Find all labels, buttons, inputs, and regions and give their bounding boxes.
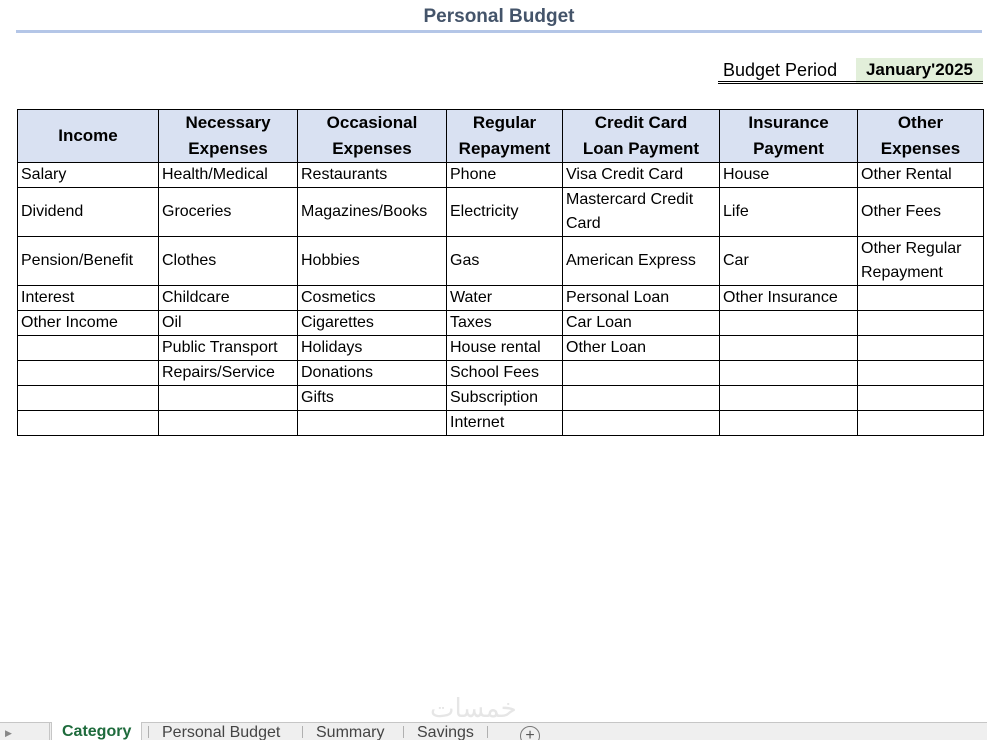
table-cell[interactable]: [719, 360, 858, 386]
tab-divider: [487, 726, 488, 738]
header-insurance-payment[interactable]: Insurance Payment: [719, 109, 858, 163]
table-row: Other Income Oil Cigarettes Taxes Car Lo…: [17, 310, 984, 336]
tab-personal-budget[interactable]: Personal Budget: [152, 723, 290, 740]
tab-divider: [302, 726, 303, 738]
budget-period-value[interactable]: January'2025: [856, 58, 983, 84]
table-cell[interactable]: Phone: [446, 162, 563, 188]
table-cell[interactable]: School Fees: [446, 360, 563, 386]
table-cell[interactable]: Magazines/Books: [297, 187, 447, 237]
tab-category[interactable]: Category: [51, 722, 143, 740]
table-cell[interactable]: Other Regular Repayment: [857, 236, 984, 286]
table-cell[interactable]: [719, 335, 858, 361]
header-occasional-expenses[interactable]: Occasional Expenses: [297, 109, 447, 163]
table-cell[interactable]: [857, 285, 984, 311]
table-cell[interactable]: House rental: [446, 335, 563, 361]
table-cell[interactable]: [719, 385, 858, 411]
table-cell[interactable]: Taxes: [446, 310, 563, 336]
table-cell[interactable]: Life: [719, 187, 858, 237]
table-cell[interactable]: Holidays: [297, 335, 447, 361]
table-cell[interactable]: Electricity: [446, 187, 563, 237]
table-row: Repairs/Service Donations School Fees: [17, 360, 984, 386]
header-regular-repayment[interactable]: Regular Repayment: [446, 109, 563, 163]
table-cell[interactable]: Pension/Benefit: [17, 236, 159, 286]
table-cell[interactable]: Car Loan: [562, 310, 720, 336]
table-cell[interactable]: [719, 410, 858, 436]
table-cell[interactable]: [857, 360, 984, 386]
table-cell[interactable]: Subscription: [446, 385, 563, 411]
table-cell[interactable]: Repairs/Service: [158, 360, 298, 386]
sheet-title: Personal Budget: [16, 5, 982, 33]
table-cell[interactable]: Gas: [446, 236, 563, 286]
header-credit-card-loan-payment[interactable]: Credit Card Loan Payment: [562, 109, 720, 163]
table-cell[interactable]: [158, 410, 298, 436]
table-cell[interactable]: House: [719, 162, 858, 188]
table-cell[interactable]: [857, 410, 984, 436]
table-cell[interactable]: Cigarettes: [297, 310, 447, 336]
table-cell[interactable]: Other Loan: [562, 335, 720, 361]
table-cell[interactable]: [17, 410, 159, 436]
header-other-expenses[interactable]: Other Expenses: [857, 109, 984, 163]
table-cell[interactable]: Other Fees: [857, 187, 984, 237]
table-cell[interactable]: [857, 335, 984, 361]
category-table: Income Necessary Expenses Occasional Expen…: [17, 109, 984, 436]
table-cell[interactable]: [17, 335, 159, 361]
table-cell[interactable]: Public Transport: [158, 335, 298, 361]
header-necessary-expenses[interactable]: Necessary Expenses: [158, 109, 298, 163]
tab-savings[interactable]: Savings: [407, 723, 484, 740]
table-cell[interactable]: [562, 385, 720, 411]
table-cell[interactable]: [719, 310, 858, 336]
table-cell[interactable]: Internet: [446, 410, 563, 436]
table-cell[interactable]: Childcare: [158, 285, 298, 311]
table-cell[interactable]: Other Insurance: [719, 285, 858, 311]
table-row: Dividend Groceries Magazines/Books Elect…: [17, 187, 984, 237]
table-cell[interactable]: Visa Credit Card: [562, 162, 720, 188]
tab-divider: [148, 726, 149, 738]
watermark-logo: خمسات: [430, 694, 517, 724]
table-cell[interactable]: [857, 385, 984, 411]
plus-circle-icon[interactable]: +: [520, 726, 540, 740]
tab-divider: [403, 726, 404, 738]
table-cell[interactable]: [562, 360, 720, 386]
sheet-tab-bar: ▶ Category Personal Budget Summary Savin…: [0, 722, 987, 740]
table-cell[interactable]: Salary: [17, 162, 159, 188]
table-cell[interactable]: Groceries: [158, 187, 298, 237]
table-row: Gifts Subscription: [17, 385, 984, 411]
header-row: Income Necessary Expenses Occasional Expen…: [17, 109, 984, 163]
table-cell[interactable]: Donations: [297, 360, 447, 386]
table-cell[interactable]: [297, 410, 447, 436]
table-row: Interest Childcare Cosmetics Water Perso…: [17, 285, 984, 311]
table-cell[interactable]: [17, 360, 159, 386]
table-row: Pension/Benefit Clothes Hobbies Gas Amer…: [17, 236, 984, 286]
table-cell[interactable]: Oil: [158, 310, 298, 336]
budget-period-label[interactable]: Budget Period: [718, 58, 856, 84]
table-row: Internet: [17, 410, 984, 436]
table-cell[interactable]: Hobbies: [297, 236, 447, 286]
table-cell[interactable]: Other Rental: [857, 162, 984, 188]
table-cell[interactable]: Mastercard Credit Card: [562, 187, 720, 237]
table-cell[interactable]: Interest: [17, 285, 159, 311]
table-cell[interactable]: Cosmetics: [297, 285, 447, 311]
table-cell[interactable]: Water: [446, 285, 563, 311]
table-cell[interactable]: Restaurants: [297, 162, 447, 188]
header-income[interactable]: Income: [17, 109, 159, 163]
table-cell[interactable]: Clothes: [158, 236, 298, 286]
table-cell[interactable]: Gifts: [297, 385, 447, 411]
table-cell[interactable]: Health/Medical: [158, 162, 298, 188]
table-cell[interactable]: Personal Loan: [562, 285, 720, 311]
table-cell[interactable]: [562, 410, 720, 436]
table-row: Salary Health/Medical Restaurants Phone …: [17, 162, 984, 188]
table-cell[interactable]: [158, 385, 298, 411]
table-cell[interactable]: [17, 385, 159, 411]
table-cell[interactable]: [857, 310, 984, 336]
table-row: Public Transport Holidays House rental O…: [17, 335, 984, 361]
table-cell[interactable]: Car: [719, 236, 858, 286]
tab-summary[interactable]: Summary: [306, 723, 394, 740]
table-cell[interactable]: Dividend: [17, 187, 159, 237]
table-cell[interactable]: Other Income: [17, 310, 159, 336]
table-cell[interactable]: American Express: [562, 236, 720, 286]
scroll-left-icon[interactable]: ▶: [0, 723, 50, 740]
